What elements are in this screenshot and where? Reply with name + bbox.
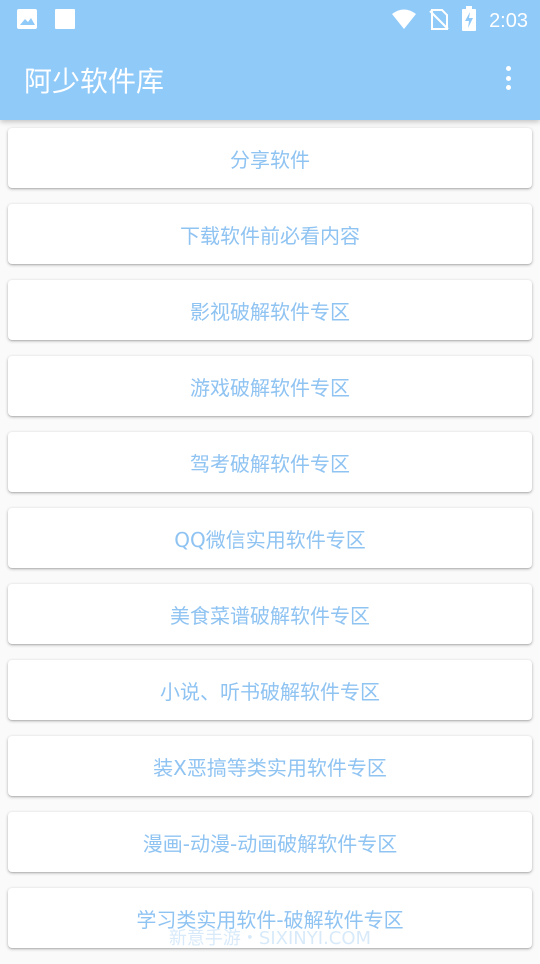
category-label: 下载软件前必看内容	[180, 223, 360, 248]
category-button-video[interactable]: 影视破解软件专区	[8, 280, 532, 340]
category-label: 装X恶搞等类实用软件专区	[153, 755, 387, 780]
no-sim-icon	[429, 7, 449, 35]
category-label: 小说、听书破解软件专区	[160, 679, 380, 704]
status-bar: 2:03	[0, 0, 540, 38]
category-button-games[interactable]: 游戏破解软件专区	[8, 356, 532, 416]
category-button-qq-wechat[interactable]: QQ微信实用软件专区	[8, 508, 532, 568]
category-label: 学习类实用软件-破解软件专区	[136, 907, 404, 932]
square-icon	[54, 8, 76, 34]
category-label: 美食菜谱破解软件专区	[170, 603, 370, 628]
category-list: 分享软件 下载软件前必看内容 影视破解软件专区 游戏破解软件专区 驾考破解软件专…	[8, 128, 532, 964]
category-label: QQ微信实用软件专区	[174, 527, 366, 552]
category-label: 游戏破解软件专区	[190, 375, 350, 400]
category-button-must-read[interactable]: 下载软件前必看内容	[8, 204, 532, 264]
category-label: 漫画-动漫-动画破解软件专区	[142, 831, 398, 856]
app-title: 阿少软件库	[24, 65, 165, 98]
app-bar: 2:03 阿少软件库	[0, 0, 540, 120]
category-button-comics-anime[interactable]: 漫画-动漫-动画破解软件专区	[8, 812, 532, 872]
category-button-share[interactable]: 分享软件	[8, 128, 532, 188]
category-label: 驾考破解软件专区	[190, 451, 350, 476]
category-button-driving-test[interactable]: 驾考破解软件专区	[8, 432, 532, 492]
category-label: 影视破解软件专区	[190, 299, 350, 324]
wifi-icon	[391, 8, 417, 34]
category-button-recipes[interactable]: 美食菜谱破解软件专区	[8, 584, 532, 644]
status-time: 2:03	[489, 9, 528, 32]
category-button-novels-audiobooks[interactable]: 小说、听书破解软件专区	[8, 660, 532, 720]
category-label: 分享软件	[230, 147, 310, 172]
category-button-learning[interactable]: 学习类实用软件-破解软件专区	[8, 888, 532, 948]
category-button-pranks[interactable]: 装X恶搞等类实用软件专区	[8, 736, 532, 796]
image-icon	[16, 8, 38, 34]
more-vert-icon[interactable]	[496, 64, 520, 92]
battery-charging-icon	[461, 6, 477, 36]
